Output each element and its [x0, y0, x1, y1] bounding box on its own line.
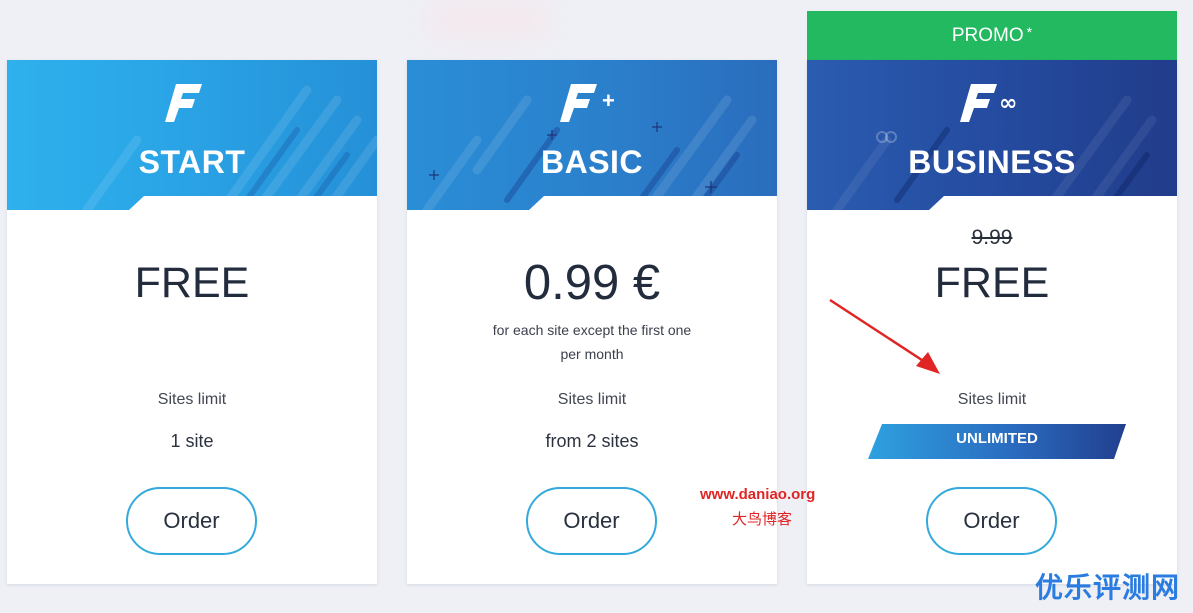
promo-label: PROMO	[951, 24, 1024, 46]
plan-card-basic: + BASIC 0.99 € for each site except the …	[407, 60, 777, 584]
order-button-business[interactable]: Order	[926, 487, 1057, 555]
background-blur	[430, 0, 550, 40]
watermark-corner: 优乐评测网	[1035, 572, 1181, 603]
promo-banner: PROMO *	[807, 11, 1177, 60]
plan-name: START	[138, 144, 246, 180]
price-period: per month	[560, 346, 624, 362]
brand-f-logo-icon	[7, 80, 377, 130]
sites-limit-value: from 2 sites	[545, 431, 639, 451]
plan-card-start: START FREE Sites limit 1 site Order	[7, 60, 377, 584]
order-button-start[interactable]: Order	[126, 487, 257, 555]
plan-name: BASIC	[540, 144, 644, 180]
plan-header-business: ∞ BUSINESS	[807, 60, 1177, 210]
promo-asterisk: *	[1026, 23, 1033, 40]
plan-header-start: START	[7, 60, 377, 210]
logo-suffix: +	[602, 88, 615, 113]
plan-header-basic: + BASIC	[407, 60, 777, 210]
sites-limit-label: Sites limit	[557, 391, 627, 408]
logo-suffix: ∞	[999, 91, 1017, 116]
sites-limit-value: UNLIMITED	[956, 430, 1038, 447]
unlimited-badge: UNLIMITED	[868, 424, 1126, 459]
plan-name: BUSINESS	[908, 144, 1076, 180]
plan-price: 0.99 €	[523, 256, 661, 310]
watermark-site-url: www.daniao.org	[700, 486, 816, 503]
watermark-site-name: 大鸟博客	[732, 511, 793, 528]
red-arrow-icon	[829, 298, 940, 374]
sites-limit-label: Sites limit	[157, 391, 227, 408]
order-button-basic[interactable]: Order	[526, 487, 657, 555]
brand-f-logo-icon: ∞	[807, 80, 1177, 130]
sites-limit-label: Sites limit	[957, 391, 1027, 408]
old-price: 9.99	[971, 226, 1013, 249]
brand-f-logo-icon: +	[407, 80, 777, 130]
plan-price: FREE	[134, 259, 250, 307]
sites-limit-value: 1 site	[170, 431, 214, 451]
price-note: for each site except the first one	[492, 322, 692, 338]
